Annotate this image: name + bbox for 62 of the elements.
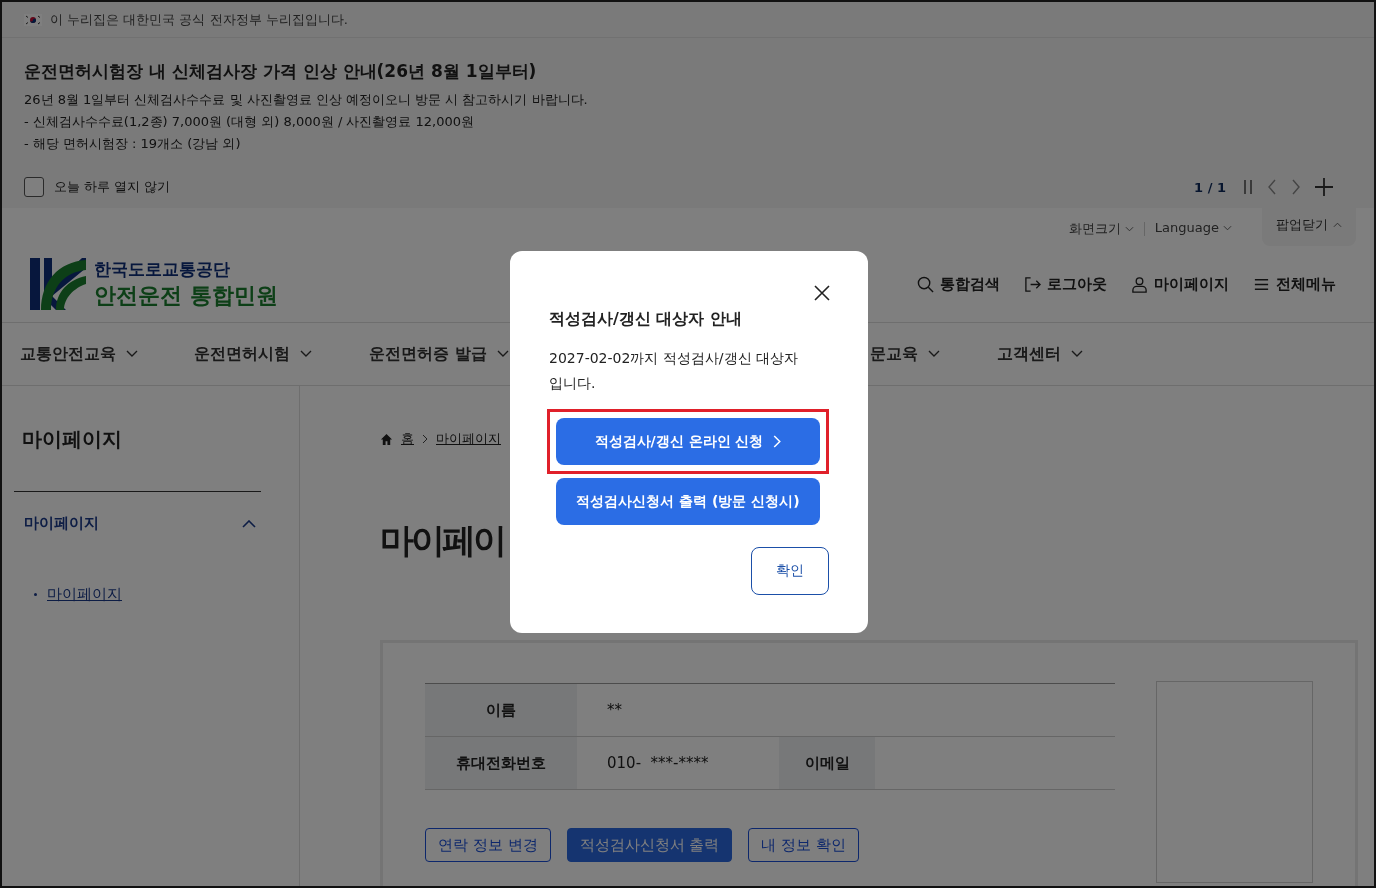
logout-icon [1024,275,1041,293]
chevron-icon [242,519,256,528]
sidebar-link[interactable]: 마이페이지 [47,585,122,604]
notice-line: - 해당 면허시험장 : 19개소 (강남 외) [24,135,242,153]
table-cell-text: ** [606,700,622,721]
nav-menu-item[interactable]: 운전면허시험 [194,343,312,365]
header-link[interactable]: 전체메뉴 [1253,274,1336,294]
checkbox-label[interactable]: 오늘 하루 열지 않기 [54,178,171,196]
pause-icon[interactable] [1242,179,1254,195]
notice-title: 운전면허시험장 내 신체검사장 가격 인상 안내(26년 8월 1일부터) [24,60,538,83]
dialog-title: 적성검사/갱신 대상자 안내 [549,309,743,330]
profile-button[interactable]: 적성검사신청서 출력 [566,828,733,862]
gov-banner-text: 이 누리집은 대한민국 공식 전자정부 누리집입니다. [50,10,348,29]
chevron-icon [1333,222,1342,228]
chevron-down-icon [496,350,509,358]
utility-dropdown[interactable]: Language [1154,220,1232,235]
logo-org-name: 한국도로교통공단 [94,257,231,281]
chevron-down-icon [928,350,940,358]
breadcrumb-link[interactable]: 마이페이지 [436,430,501,448]
table-header-cell: 이름 [425,684,577,736]
close-icon[interactable] [814,285,830,301]
dialog-action-button[interactable]: 적성검사신청서 출력 (방문 신청시) [556,478,820,525]
logo-service-name: 안전운전 통합민원 [94,281,278,310]
nav-menu-item[interactable]: 운전면허증 발급 [369,343,509,365]
profile-button[interactable]: 연락 정보 변경 [425,828,551,862]
next-icon[interactable] [1290,179,1302,195]
pager-count: 1 / 1 [1194,179,1226,195]
chevron-down-icon [1124,226,1134,232]
popup-toggle-tab[interactable]: 팝업닫기 [1262,208,1356,246]
notice-line: - 신체검사수수료(1,2종) 7,000원 (대형 외) 8,000원 / 사진촬영료 12,000원 [24,113,475,131]
nav-menu-item[interactable]: 교통안전교육 [20,343,138,365]
page-title: 마이페이 [380,519,504,562]
plus-icon[interactable] [1314,177,1334,197]
header-link[interactable]: 로그아웃 [1024,274,1107,294]
logo-icon [30,256,86,312]
user-icon [1131,275,1148,293]
dialog-message: 2027-02-02까지 적성검사/갱신 대상자입니다. [549,349,799,393]
sidebar-title: 마이페이지 [21,426,123,453]
chevron-icon [422,434,428,444]
chevron-down-icon [1071,350,1083,358]
notice-line: 26년 8월 1일부터 신체검사수수료 및 사진촬영료 인상 예정이오니 방문 시 참고하시기 바랍니다. [24,91,589,109]
checkbox[interactable] [24,177,44,197]
previous-icon[interactable] [1266,179,1278,195]
home-icon[interactable] [380,432,393,446]
table-header-cell: 이메일 [779,737,875,789]
profile-button[interactable]: 내 정보 확인 [748,828,859,862]
chevron-down-icon [300,350,312,358]
dialog-action-button[interactable]: 적성검사/갱신 온라인 신청 [556,418,820,465]
nav-menu-item[interactable]: 고객센터 [997,343,1083,365]
confirm-button[interactable]: 확인 [751,547,829,595]
chevron-down-icon [126,350,138,358]
search-icon [917,275,934,293]
table-cell-text: 010- ***-**** [606,753,710,774]
table-header-cell: 휴대전화번호 [425,737,577,789]
sidebar-menu-header[interactable]: 마이페이지 [14,492,260,533]
header-link[interactable]: 통합검색 [917,274,1000,294]
utility-dropdown[interactable]: 화면크기 [1068,220,1134,238]
breadcrumb-link[interactable]: 홈 [401,430,414,448]
chevron-down-icon [1223,224,1232,231]
header-link[interactable]: 마이페이지 [1131,274,1229,294]
flag-icon [24,13,42,26]
nav-menu-item[interactable]: 문교육 [870,343,940,365]
